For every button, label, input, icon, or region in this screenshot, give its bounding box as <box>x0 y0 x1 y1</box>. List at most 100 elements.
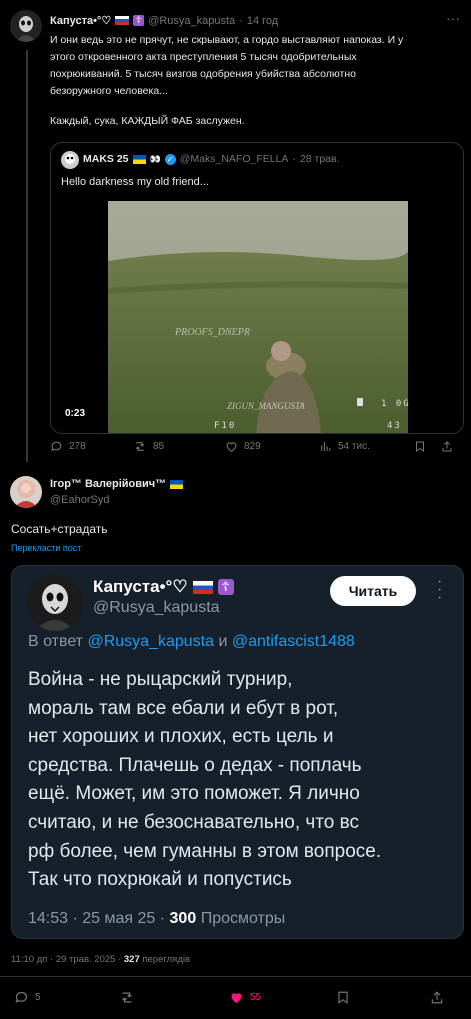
tweet-time[interactable]: 14 год <box>247 15 278 27</box>
dot-separator: · <box>292 153 296 165</box>
reply-user-2: @antifascist1488 <box>231 633 355 650</box>
quoted-author-name[interactable]: MAKS 25 <box>83 153 129 165</box>
author-handle[interactable]: @Rusya_kapusta <box>148 15 235 27</box>
video-player[interactable]: PROOFS_DNEPR ZIGUN_MANGUSTA 1 0G F10 43 … <box>51 201 463 433</box>
reply-and: и <box>218 633 228 650</box>
tweet-1-text: И они ведь это не прячут, не скрывают, а… <box>50 32 460 130</box>
text-line: ещё. Может, им это поможет. Я лично <box>28 783 360 805</box>
text-line: рф более, чем гуманны в этом вопросе. <box>28 840 382 862</box>
share-icon <box>431 991 443 1004</box>
flag-icon <box>192 580 213 594</box>
reply-button[interactable]: 5 <box>14 990 119 1005</box>
quoted-time[interactable]: 28 трав. <box>300 153 340 165</box>
flag-icon <box>115 16 130 25</box>
reply-icon <box>51 441 62 452</box>
text-line: безоружного человека... <box>50 85 168 97</box>
quoted-tweet[interactable]: MAKS 25 👀 ✓ @Maks_NAFO_FELLA · 28 трав. … <box>50 142 464 434</box>
like-button[interactable]: 829 <box>225 440 319 453</box>
views-button[interactable]: 54 тис. <box>319 440 414 453</box>
author-name[interactable]: Ігор™ Валерійович™ <box>50 478 166 490</box>
text-line: считаю, и не безоснавательно, что вс <box>28 811 360 833</box>
heart-icon <box>231 993 242 1004</box>
quoted-text: Hello darkness my old friend... <box>61 176 209 188</box>
post-views-label: переглядів <box>142 954 191 965</box>
views-icon <box>321 442 331 451</box>
translate-link[interactable]: Перекласти пост <box>11 543 81 553</box>
hud-bottom-right: 43 <box>387 421 402 431</box>
repost-icon <box>135 442 145 451</box>
embedded-footer: 14:53 · 25 мая 25 · 300 Просмотры <box>28 910 285 928</box>
embedded-text: Война - не рыцарский турнир, мораль там … <box>28 666 458 895</box>
author-name[interactable]: Капуста•°♡ <box>50 14 111 27</box>
tweet-2-header: Ігор™ Валерійович™ <box>50 478 184 490</box>
reply-prefix: В ответ <box>28 633 84 650</box>
hud-top: 1 0G <box>381 399 411 409</box>
embedded-author-name: Капуста•°♡ <box>93 577 188 596</box>
video-duration: 0:23 <box>65 408 86 419</box>
post-time[interactable]: 11:10 дп · 29 трав. 2025 · <box>11 954 121 965</box>
hud-marker <box>357 398 363 406</box>
watermark-zigun: ZIGUN_MANGUSTA <box>227 401 305 411</box>
embedded-time: 14:53 · 25 мая 25 · <box>28 910 166 927</box>
text-line: этого откровенного акта преступления 5 т… <box>50 51 357 63</box>
text-line: похрюкиваний. 5 тысяч визгов одобрения у… <box>50 68 356 80</box>
embedded-header: Капуста•°♡ ☦ <box>93 577 234 597</box>
tweet-1-actions: 278 85 829 54 тис. <box>50 440 462 453</box>
tweet-2-text: Сосать+страдать <box>11 522 108 536</box>
reply-count: 5 <box>35 992 41 1003</box>
bookmark-button[interactable] <box>336 990 430 1005</box>
like-count: 829 <box>244 441 261 452</box>
avatar-maks[interactable] <box>61 151 79 169</box>
like-count: 55 <box>250 992 262 1003</box>
embedded-author-handle: @Rusya_kapusta <box>93 599 220 616</box>
reply-button[interactable]: 278 <box>50 440 133 453</box>
quoted-author-handle[interactable]: @Maks_NAFO_FELLA <box>180 153 289 165</box>
tweet-2-meta: 11:10 дп · 29 трав. 2025 · 327 перегляді… <box>11 954 190 965</box>
author-handle[interactable]: @EahorSyd <box>50 494 109 506</box>
more-icon[interactable]: ··· <box>446 10 460 26</box>
text-line: средства. Плачешь о дедах - поплачь <box>28 754 362 776</box>
embedded-views-count: 300 <box>169 910 197 927</box>
tweet-1-header: Капуста•°♡ ☦ @Rusya_kapusta · 14 год <box>50 14 278 28</box>
text-line: нет хороших и плохих, есть цель и <box>28 726 334 748</box>
share-button[interactable] <box>441 440 453 453</box>
bookmark-icon <box>416 441 424 452</box>
reply-user-1: @Rusya_kapusta <box>87 633 214 650</box>
orthodox-cross-icon: ☦ <box>133 15 145 26</box>
avatar-igor[interactable] <box>10 476 42 508</box>
repost-button[interactable]: 85 <box>133 440 225 453</box>
divider <box>0 976 471 977</box>
text-line: Война - не рыцарский турнир, <box>28 669 293 690</box>
eyes-icon: 👀 <box>149 153 161 164</box>
heart-icon <box>226 442 237 453</box>
bookmark-icon <box>338 991 348 1004</box>
embedded-avatar <box>27 575 83 631</box>
repost-icon <box>122 992 132 1003</box>
thread-line <box>26 50 28 462</box>
text-line: И они ведь это не прячут, не скрывают, а… <box>50 34 404 46</box>
watermark-proofs: PROOFS_DNEPR <box>175 327 250 338</box>
views-count: 54 тис. <box>338 441 370 452</box>
repost-count: 85 <box>153 441 165 452</box>
ukraine-flag-icon <box>132 154 146 164</box>
ukraine-flag-icon <box>170 479 184 489</box>
dot-separator: · <box>239 14 243 27</box>
share-button[interactable] <box>430 990 444 1005</box>
reply-count: 278 <box>69 441 86 452</box>
text-line: Каждый, сука, КАЖДЫЙ ФАБ заслужен. <box>50 115 245 127</box>
like-button[interactable]: 55 <box>229 990 336 1005</box>
reply-icon <box>15 991 28 1004</box>
quoted-header: MAKS 25 👀 ✓ @Maks_NAFO_FELLA · 28 трав. <box>83 153 340 165</box>
post-views-count: 327 <box>123 954 140 965</box>
bookmark-button[interactable] <box>414 440 441 453</box>
embedded-more-icon: · · · <box>437 573 443 606</box>
embedded-reply-to: В ответ @Rusya_kapusta и @antifascist148… <box>28 633 355 651</box>
tweet-2-actions: 5 55 <box>14 990 464 1005</box>
avatar-kapusta[interactable] <box>10 10 42 42</box>
embedded-follow-button: Читать <box>330 576 416 606</box>
hud-bottom-left: F10 <box>214 421 237 431</box>
embedded-tweet-screenshot: Капуста•°♡ ☦ @Rusya_kapusta Читать · · · В… <box>11 565 464 939</box>
orthodox-cross-icon: ☦ <box>217 579 234 595</box>
embedded-views-label: Просмотры <box>200 910 286 927</box>
repost-button[interactable] <box>119 990 229 1005</box>
